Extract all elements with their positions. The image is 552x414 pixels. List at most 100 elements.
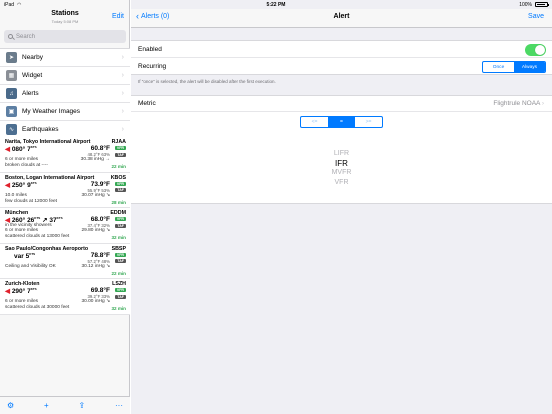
station-row[interactable]: Narita, Tokyo International Airport RJAA… — [0, 137, 130, 173]
recurring-option-always[interactable]: Always — [514, 62, 545, 72]
taf-badge[interactable]: TAF — [115, 188, 126, 192]
report-age: 32 min — [111, 235, 126, 240]
enabled-row: Enabled — [131, 40, 552, 58]
station-row[interactable]: Boston, Logan International Airport KBOS… — [0, 173, 130, 208]
search-icon — [8, 34, 13, 39]
stations-navbar: Stations Today 5:08 PM Edit — [0, 9, 130, 28]
taf-badge[interactable]: TAF — [115, 294, 126, 299]
cloud-cover: few clouds at 12000 feet — [5, 198, 58, 204]
wind-arrow-icon: ◀ — [5, 181, 10, 189]
pressure: 30.00 inHg ↘ — [81, 299, 110, 304]
back-label: Alerts (0) — [141, 13, 170, 20]
menu-item-label: Alerts — [22, 90, 39, 97]
bottom-toolbar: ⚙ + ⇪ ··· — [0, 396, 130, 414]
cloud-cover: scattered clouds at 13000 feet — [5, 234, 70, 239]
wind-readout: ◀ 290° 7KTS — [5, 287, 37, 296]
back-button[interactable]: ‹ Alerts (0) — [136, 11, 170, 21]
metric-value: Flightrule NOAA › — [493, 100, 544, 107]
pressure: 29.80 inHg ↘ — [81, 228, 110, 233]
value-picker[interactable]: LIFR IFR MVFR VFR — [131, 149, 552, 187]
operator-segmented-control: <= = >= — [300, 116, 383, 128]
wind-readout: ◀ 080° 7KTS — [5, 145, 37, 154]
station-row[interactable]: München EDDM ◀ 260° 26KTS ↗ 37KTS 68.0°F… — [0, 208, 130, 244]
search-input[interactable]: Search — [4, 30, 126, 43]
flight-rule-badge: VFR — [114, 146, 126, 150]
wind-arrow-icon: ◀ — [5, 146, 10, 154]
picker-option-selected[interactable]: IFR — [131, 159, 552, 169]
flight-rule-badge: VFR — [114, 252, 126, 257]
recurring-option-once[interactable]: Once — [483, 62, 514, 72]
chevron-right-icon: › — [121, 126, 124, 133]
search-placeholder: Search — [16, 33, 36, 40]
chevron-right-icon: › — [121, 54, 124, 61]
pressure: 30.38 inHg → — [80, 157, 110, 162]
station-row[interactable]: Zurich-Kloten LSZH ◀ 290° 7KTS 69.8°F VF… — [0, 279, 130, 315]
visibility: 6 or more miles — [5, 157, 39, 162]
recurring-footnote: If "once" is selected, the alert will be… — [138, 79, 276, 84]
bell-icon: ♫ — [6, 88, 17, 99]
alert-navbar: ‹ Alerts (0) Alert Save — [131, 9, 552, 28]
last-updated: Today 5:08 PM — [51, 19, 79, 24]
temperature: 69.8°F — [90, 287, 110, 294]
image-icon: ▣ — [6, 106, 17, 117]
earthquake-icon: ∿ — [6, 124, 17, 135]
pressure: 30.12 inHg ↘ — [81, 263, 110, 269]
add-icon[interactable]: + — [44, 401, 49, 410]
page-title: Alert — [333, 13, 350, 20]
station-icao: RJAA — [111, 139, 126, 145]
picker-option[interactable]: MVFR — [131, 168, 552, 178]
detail-pane: ‹ Alerts (0) Alert Save Enabled Recurrin… — [131, 0, 552, 414]
station-row[interactable]: Sao Paulo/Congonhas Aeroporto SBSP var 5… — [0, 244, 130, 279]
wind-readout: var 5KTS — [14, 251, 36, 260]
wind-readout: ◀ 250° 9KTS — [5, 180, 37, 189]
menu-item-widget[interactable]: ▦ Widget › — [0, 67, 130, 85]
visibility: 6 or more miles — [5, 228, 39, 233]
visibility: 10.0 miles — [5, 192, 27, 198]
operator-option-gte[interactable]: >= — [355, 117, 382, 127]
recurring-row: Recurring Once Always — [131, 58, 552, 75]
enabled-label: Enabled — [138, 45, 162, 53]
taf-badge[interactable]: TAF — [115, 152, 126, 157]
menu-item-weather-images[interactable]: ▣ My Weather Images › — [0, 103, 130, 121]
flight-rule-badge: VFR — [114, 217, 126, 221]
report-age: 22 min — [111, 164, 126, 169]
share-icon[interactable]: ⇪ — [78, 401, 85, 410]
chevron-right-icon: › — [121, 72, 124, 79]
menu-item-alerts[interactable]: ♫ Alerts › — [0, 85, 130, 103]
enabled-toggle[interactable] — [525, 44, 546, 56]
master-pane: Stations Today 5:08 PM Edit Search ➤ Nea… — [0, 0, 130, 414]
picker-option[interactable]: VFR — [131, 178, 552, 188]
visibility: Ceiling and Visibility OK — [5, 263, 56, 269]
settings-icon[interactable]: ⚙ — [7, 401, 14, 410]
more-icon[interactable]: ··· — [115, 401, 123, 410]
menu-item-nearby[interactable]: ➤ Nearby › — [0, 49, 130, 67]
wind-arrow-icon: ◀ — [5, 288, 10, 296]
save-button[interactable]: Save — [528, 13, 544, 20]
menu-list: ➤ Nearby › ▦ Widget › ♫ Alerts › ▣ My We… — [0, 48, 130, 139]
edit-button[interactable]: Edit — [112, 13, 124, 20]
operator-option-eq[interactable]: = — [328, 117, 355, 127]
cloud-cover: broken clouds at ---- — [5, 163, 48, 168]
visibility: 6 or more miles — [5, 299, 39, 304]
metric-row[interactable]: Metric Flightrule NOAA › — [131, 95, 552, 112]
widget-icon: ▦ — [6, 70, 17, 81]
menu-item-label: Widget — [22, 72, 43, 79]
status-time: 5:22 PM — [266, 1, 286, 8]
taf-badge[interactable]: TAF — [115, 259, 126, 263]
station-icao: SBSP — [111, 245, 126, 252]
recurring-label: Recurring — [138, 62, 167, 70]
metric-label: Metric — [138, 100, 156, 107]
picker-option[interactable]: LIFR — [131, 149, 552, 159]
chevron-right-icon: › — [541, 100, 544, 107]
menu-item-label: Earthquakes — [22, 126, 59, 133]
temperature: 78.8°F — [90, 251, 110, 259]
menu-item-label: My Weather Images — [22, 108, 81, 115]
station-icao: EDDM — [110, 210, 126, 216]
report-age: 22 min — [111, 270, 126, 276]
chevron-right-icon: › — [121, 108, 124, 115]
battery-percent: 100% — [519, 1, 532, 8]
flight-rule-badge: VFR — [114, 288, 126, 292]
taf-badge[interactable]: TAF — [115, 223, 126, 228]
operator-option-lte[interactable]: <= — [301, 117, 328, 127]
chevron-left-icon: ‹ — [136, 11, 139, 21]
